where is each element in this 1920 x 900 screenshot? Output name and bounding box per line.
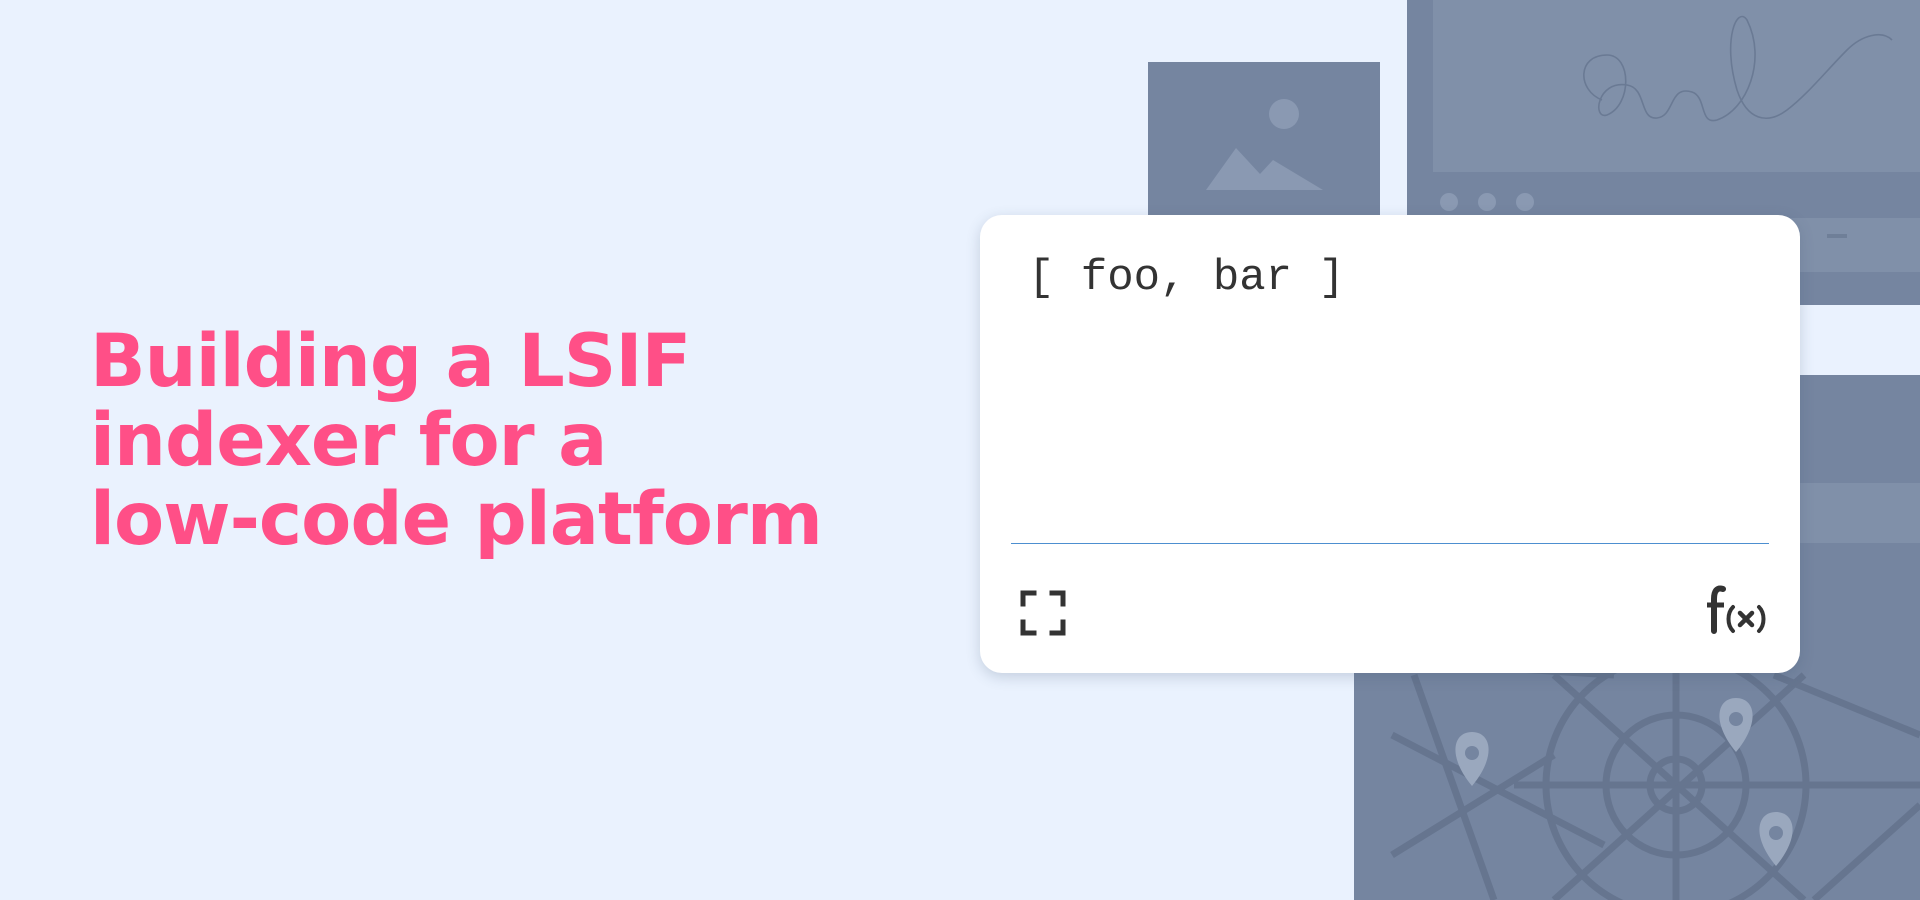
title-line-1: Building a LSIF (90, 319, 691, 404)
function-fx-icon (1707, 585, 1766, 634)
code-editor-content[interactable]: [ foo, bar ] (1028, 253, 1345, 303)
function-button[interactable] (1704, 585, 1770, 635)
title-line-3: low-code platform (90, 477, 823, 562)
expand-icon (1020, 590, 1066, 636)
editor-divider (1011, 543, 1769, 544)
code-editor[interactable]: [ foo, bar ] (980, 215, 1800, 673)
page-title: Building a LSIF indexer for a low-code p… (90, 322, 850, 559)
hero-banner: Building a LSIF indexer for a low-code p… (0, 0, 1920, 900)
expand-button[interactable] (1020, 590, 1066, 636)
title-line-2: indexer for a (90, 398, 607, 483)
